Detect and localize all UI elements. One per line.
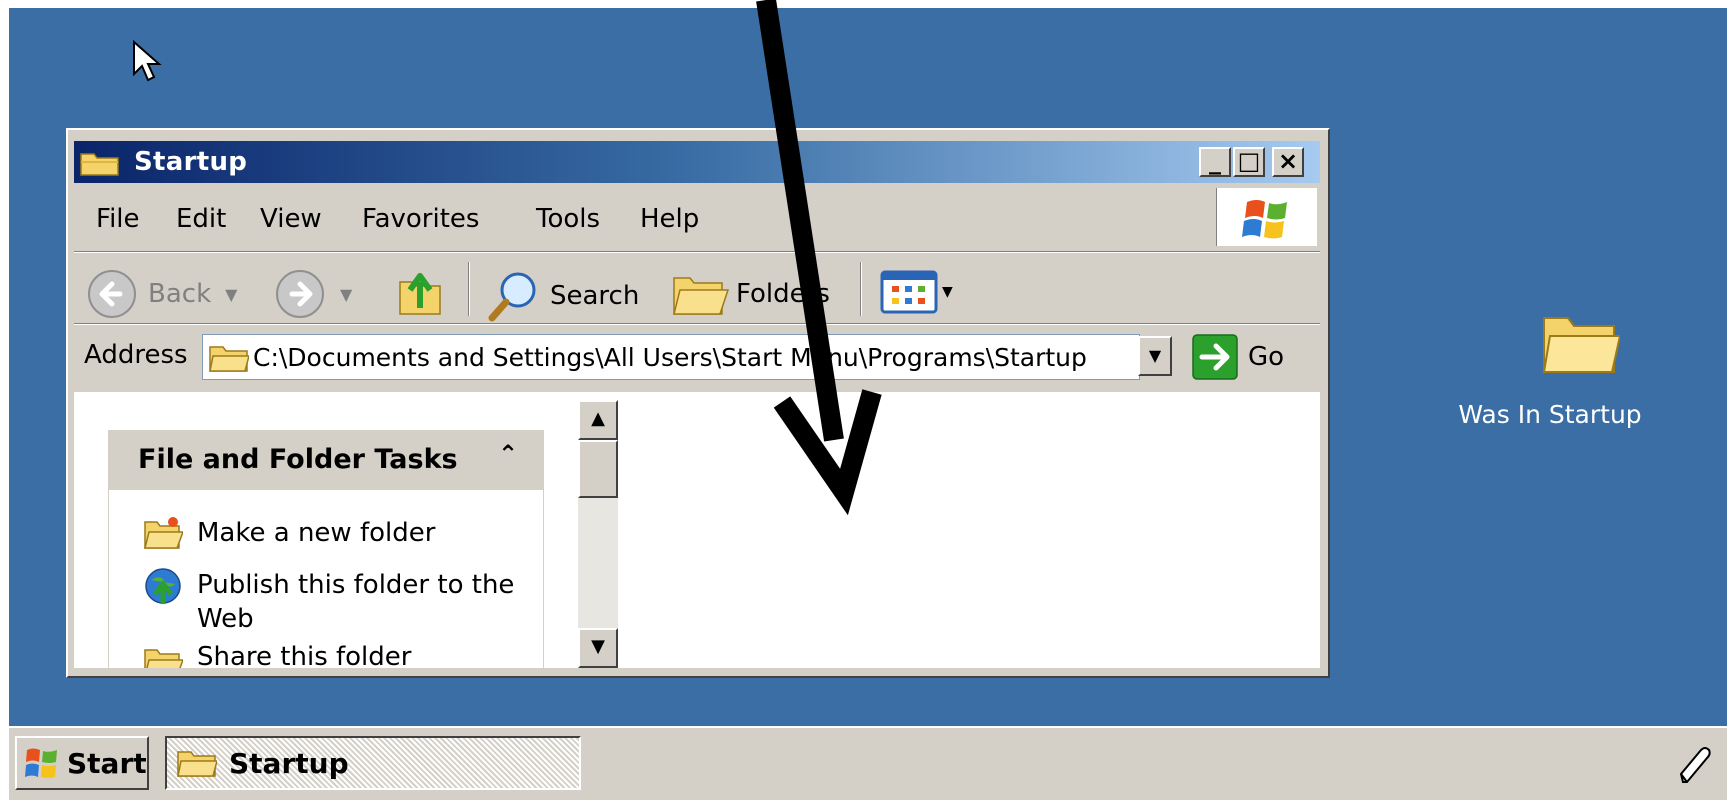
windows-flag-icon: [1242, 200, 1287, 239]
toolbar: Back ▼ ▼ Search Folders ▼: [74, 254, 1320, 322]
maximize-button[interactable]: □: [1233, 147, 1265, 177]
pen-tool-tray-icon[interactable]: [1673, 744, 1713, 788]
publish-web-icon: [145, 568, 181, 604]
menu-edit[interactable]: Edit: [176, 204, 226, 234]
windows-logo: [1216, 188, 1317, 246]
publish-folder-link[interactable]: Publish this folder to the Web: [197, 568, 527, 636]
back-button[interactable]: Back ▼: [86, 268, 237, 320]
make-new-folder-link[interactable]: Make a new folder: [197, 518, 435, 548]
close-button[interactable]: ×: [1272, 147, 1304, 177]
scroll-up-button[interactable]: ▲: [578, 400, 618, 440]
menu-bar: File Edit View Favorites Tools Help: [74, 186, 1320, 250]
task-panel-scrollbar[interactable]: ▲ ▼: [578, 400, 618, 668]
collapse-chevron-icon[interactable]: ⌃: [498, 440, 518, 468]
search-button[interactable]: Search: [486, 268, 639, 324]
window-title: Startup: [134, 147, 248, 177]
scroll-down-button[interactable]: ▼: [578, 628, 618, 668]
task-panel-header[interactable]: File and Folder Tasks ⌃: [108, 430, 544, 490]
folders-button[interactable]: Folders: [670, 268, 830, 320]
new-folder-icon: [144, 517, 183, 549]
menu-file[interactable]: File: [96, 204, 140, 234]
desktop-folder-label: Was In Startup: [1458, 400, 1642, 429]
folder-icon: [209, 346, 249, 372]
address-label: Address: [84, 340, 188, 370]
menu-toolbar-divider: [74, 251, 1320, 253]
menu-tools[interactable]: Tools: [536, 204, 600, 234]
taskbar-window-button[interactable]: Startup: [165, 736, 581, 790]
forward-arrow-icon: [276, 270, 324, 318]
address-input[interactable]: C:\Documents and Settings\All Users\Star…: [202, 334, 1140, 380]
toolbar-address-divider: [74, 323, 1320, 325]
share-folder-icon: [144, 649, 183, 668]
forward-dropdown-icon[interactable]: ▼: [340, 285, 352, 304]
start-label: Start: [67, 746, 147, 780]
menu-view[interactable]: View: [260, 204, 322, 234]
back-dropdown-icon[interactable]: ▼: [225, 285, 237, 304]
task-panel-body: Make a new folder Publish this folder to…: [108, 490, 544, 668]
views-dropdown-icon[interactable]: ▼: [942, 284, 953, 300]
search-label: Search: [550, 281, 640, 311]
back-label: Back: [148, 279, 212, 309]
folder-icon: [177, 751, 217, 777]
go-button[interactable]: Go: [1192, 334, 1284, 380]
folders-icon: [673, 277, 730, 315]
go-arrow-icon: [1192, 334, 1238, 380]
menu-help[interactable]: Help: [640, 204, 699, 234]
windows-flag-icon: [25, 748, 57, 778]
title-bar[interactable]: Startup _ □ ×: [74, 141, 1320, 183]
address-dropdown-button[interactable]: ▼: [1138, 336, 1172, 376]
scroll-thumb[interactable]: [578, 440, 618, 498]
mouse-cursor-icon: [133, 40, 162, 82]
toolbar-separator: [860, 262, 862, 316]
address-bar: Address C:\Documents and Settings\All Us…: [74, 326, 1320, 386]
back-arrow-icon: [88, 270, 136, 318]
folders-label: Folders: [736, 279, 830, 309]
folder-icon: [1542, 317, 1622, 373]
address-value: C:\Documents and Settings\All Users\Star…: [253, 343, 1087, 372]
go-label: Go: [1248, 342, 1285, 372]
share-folder-link[interactable]: Share this folder: [197, 642, 411, 668]
taskbar-window-label: Startup: [229, 746, 349, 780]
search-icon: [488, 272, 536, 322]
desktop-folder-item[interactable]: Was In Startup: [1450, 310, 1650, 429]
forward-button[interactable]: ▼: [274, 268, 352, 320]
views-icon: [880, 270, 938, 314]
start-button[interactable]: Start: [15, 736, 149, 790]
views-button[interactable]: ▼: [880, 268, 953, 316]
toolbar-separator: [468, 262, 470, 316]
taskbar: Start Startup: [9, 726, 1727, 800]
minimize-button[interactable]: _: [1199, 147, 1231, 177]
up-folder-button[interactable]: [396, 268, 446, 318]
menu-favorites[interactable]: Favorites: [362, 204, 479, 234]
task-panel-title: File and Folder Tasks: [138, 444, 458, 475]
up-folder-icon: [399, 273, 441, 315]
folder-icon: [80, 153, 119, 176]
